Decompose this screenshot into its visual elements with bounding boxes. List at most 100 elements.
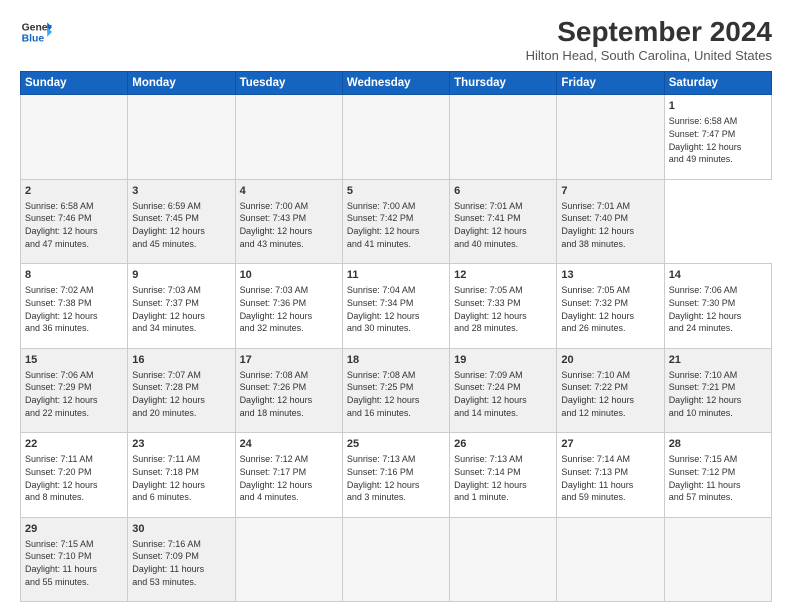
calendar-cell: 27Sunrise: 7:14 AMSunset: 7:13 PMDayligh… [557, 433, 664, 518]
col-monday: Monday [128, 72, 235, 95]
day-info: Daylight: 12 hours [669, 310, 767, 323]
calendar-cell: 4Sunrise: 7:00 AMSunset: 7:43 PMDaylight… [235, 179, 342, 264]
calendar-cell: 23Sunrise: 7:11 AMSunset: 7:18 PMDayligh… [128, 433, 235, 518]
calendar-cell: 6Sunrise: 7:01 AMSunset: 7:41 PMDaylight… [450, 179, 557, 264]
day-number: 26 [454, 437, 552, 452]
day-info: Sunset: 7:33 PM [454, 297, 552, 310]
day-info: and 32 minutes. [240, 322, 338, 335]
day-info: Sunset: 7:40 PM [561, 212, 659, 225]
day-info: and 1 minute. [454, 491, 552, 504]
calendar-cell: 7Sunrise: 7:01 AMSunset: 7:40 PMDaylight… [557, 179, 664, 264]
day-info: Sunrise: 7:04 AM [347, 284, 445, 297]
day-info: Sunrise: 6:59 AM [132, 200, 230, 213]
day-number: 19 [454, 353, 552, 368]
day-info: Sunset: 7:09 PM [132, 550, 230, 563]
day-info: Sunset: 7:38 PM [25, 297, 123, 310]
day-info: Daylight: 12 hours [132, 225, 230, 238]
svg-text:Blue: Blue [22, 34, 45, 45]
day-info: and 12 minutes. [561, 407, 659, 420]
day-info: Daylight: 12 hours [240, 394, 338, 407]
day-info: and 3 minutes. [347, 491, 445, 504]
day-info: Sunrise: 7:03 AM [132, 284, 230, 297]
day-number: 11 [347, 268, 445, 283]
day-info: and 40 minutes. [454, 238, 552, 251]
day-number: 17 [240, 353, 338, 368]
day-info: and 16 minutes. [347, 407, 445, 420]
day-info: and 26 minutes. [561, 322, 659, 335]
day-info: Daylight: 12 hours [132, 394, 230, 407]
day-info: Sunset: 7:12 PM [669, 466, 767, 479]
calendar-cell: 28Sunrise: 7:15 AMSunset: 7:12 PMDayligh… [664, 433, 771, 518]
day-info: Sunset: 7:21 PM [669, 381, 767, 394]
day-number: 22 [25, 437, 123, 452]
col-thursday: Thursday [450, 72, 557, 95]
day-number: 15 [25, 353, 123, 368]
day-info: Sunrise: 7:08 AM [240, 369, 338, 382]
day-info: Daylight: 12 hours [454, 225, 552, 238]
day-info: Sunset: 7:41 PM [454, 212, 552, 225]
calendar-cell [342, 517, 449, 602]
day-info: and 4 minutes. [240, 491, 338, 504]
day-number: 20 [561, 353, 659, 368]
calendar-cell: 16Sunrise: 7:07 AMSunset: 7:28 PMDayligh… [128, 348, 235, 433]
day-number: 29 [25, 522, 123, 537]
day-info: Sunset: 7:43 PM [240, 212, 338, 225]
day-info: Daylight: 12 hours [347, 310, 445, 323]
day-info: Sunset: 7:22 PM [561, 381, 659, 394]
day-info: and 57 minutes. [669, 491, 767, 504]
day-info: Sunset: 7:32 PM [561, 297, 659, 310]
day-number: 8 [25, 268, 123, 283]
calendar-cell [235, 517, 342, 602]
day-info: Daylight: 12 hours [25, 225, 123, 238]
header: General Blue September 2024 Hilton Head,… [20, 16, 772, 63]
calendar-cell: 24Sunrise: 7:12 AMSunset: 7:17 PMDayligh… [235, 433, 342, 518]
day-info: Sunrise: 7:01 AM [561, 200, 659, 213]
day-info: and 22 minutes. [25, 407, 123, 420]
day-number: 16 [132, 353, 230, 368]
calendar-cell: 2Sunrise: 6:58 AMSunset: 7:46 PMDaylight… [21, 179, 128, 264]
day-info: Sunrise: 7:05 AM [561, 284, 659, 297]
day-info: and 30 minutes. [347, 322, 445, 335]
day-number: 21 [669, 353, 767, 368]
day-info: Sunset: 7:10 PM [25, 550, 123, 563]
day-number: 28 [669, 437, 767, 452]
day-info: and 8 minutes. [25, 491, 123, 504]
day-info: Daylight: 12 hours [132, 479, 230, 492]
col-tuesday: Tuesday [235, 72, 342, 95]
day-info: Daylight: 12 hours [240, 479, 338, 492]
day-info: Sunrise: 7:16 AM [132, 538, 230, 551]
calendar-cell: 3Sunrise: 6:59 AMSunset: 7:45 PMDaylight… [128, 179, 235, 264]
main-title: September 2024 [526, 16, 772, 48]
day-number: 12 [454, 268, 552, 283]
calendar-cell: 14Sunrise: 7:06 AMSunset: 7:30 PMDayligh… [664, 264, 771, 349]
calendar-cell [664, 517, 771, 602]
day-info: and 36 minutes. [25, 322, 123, 335]
day-info: Sunrise: 7:13 AM [347, 453, 445, 466]
day-info: Daylight: 12 hours [347, 225, 445, 238]
day-info: Sunrise: 7:12 AM [240, 453, 338, 466]
calendar-cell: 21Sunrise: 7:10 AMSunset: 7:21 PMDayligh… [664, 348, 771, 433]
day-number: 10 [240, 268, 338, 283]
day-number: 13 [561, 268, 659, 283]
day-info: and 38 minutes. [561, 238, 659, 251]
day-info: and 43 minutes. [240, 238, 338, 251]
calendar-cell: 19Sunrise: 7:09 AMSunset: 7:24 PMDayligh… [450, 348, 557, 433]
day-info: Daylight: 12 hours [454, 394, 552, 407]
title-block: September 2024 Hilton Head, South Caroli… [526, 16, 772, 63]
col-saturday: Saturday [664, 72, 771, 95]
calendar: Sunday Monday Tuesday Wednesday Thursday… [20, 71, 772, 602]
day-number: 30 [132, 522, 230, 537]
day-info: Daylight: 12 hours [561, 225, 659, 238]
calendar-week-row: 2Sunrise: 6:58 AMSunset: 7:46 PMDaylight… [21, 179, 772, 264]
day-info: Sunrise: 6:58 AM [669, 115, 767, 128]
calendar-cell: 30Sunrise: 7:16 AMSunset: 7:09 PMDayligh… [128, 517, 235, 602]
day-info: Sunset: 7:47 PM [669, 128, 767, 141]
day-info: Sunset: 7:16 PM [347, 466, 445, 479]
calendar-cell: 18Sunrise: 7:08 AMSunset: 7:25 PMDayligh… [342, 348, 449, 433]
day-info: Daylight: 11 hours [132, 563, 230, 576]
calendar-cell: 11Sunrise: 7:04 AMSunset: 7:34 PMDayligh… [342, 264, 449, 349]
day-info: Sunrise: 7:06 AM [669, 284, 767, 297]
day-info: and 28 minutes. [454, 322, 552, 335]
day-info: Sunrise: 7:13 AM [454, 453, 552, 466]
calendar-week-row: 29Sunrise: 7:15 AMSunset: 7:10 PMDayligh… [21, 517, 772, 602]
